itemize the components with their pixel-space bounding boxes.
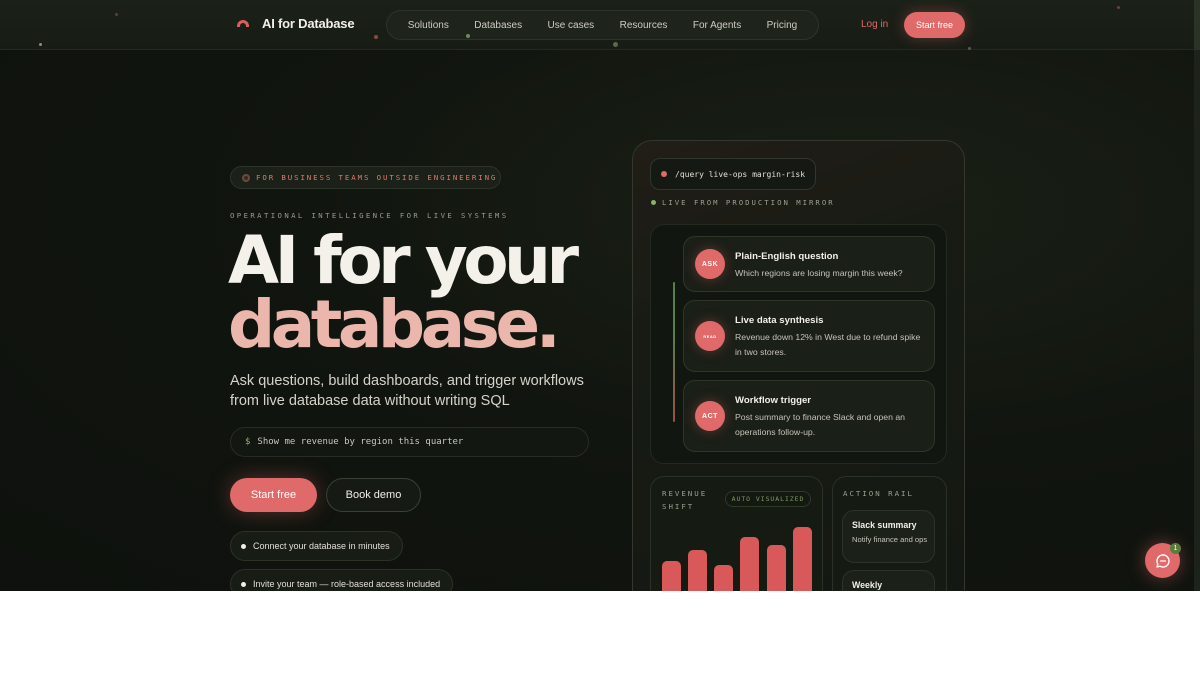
revenue-shift-label-line-2: SHIFT: [662, 502, 695, 511]
decor-dot: [1117, 6, 1120, 9]
revenue-bar: [714, 565, 733, 591]
chat-bubble-icon: [1155, 553, 1170, 568]
action-rail-item-body: Notify finance and ops: [852, 535, 928, 544]
live-indicator: LIVE FROM PRODUCTION MIRROR: [651, 198, 835, 207]
revenue-bar: [662, 561, 681, 591]
hero-title-line-1: AI for your: [228, 222, 579, 299]
revenue-shift-label: REVENUE SHIFT: [662, 487, 707, 513]
query-text: /query live-ops margin-risk: [675, 169, 806, 179]
nav-link-for-agents[interactable]: For Agents: [693, 20, 741, 31]
scrollbar-thumb[interactable]: [1194, 0, 1200, 50]
query-chip: /query live-ops margin-risk: [650, 158, 816, 190]
blank-area: [0, 591, 1200, 675]
chat-notification-badge: 1: [1170, 543, 1181, 554]
step-body: Revenue down 12% in West due to refund s…: [735, 332, 921, 357]
step-badge: ASK: [695, 249, 725, 279]
command-text: Show me revenue by region this quarter: [257, 437, 464, 447]
decor-dot: [466, 34, 470, 38]
badge-dot-icon: [242, 173, 250, 182]
live-label: LIVE FROM PRODUCTION MIRROR: [662, 198, 835, 207]
example-command-input[interactable]: $ Show me revenue by region this quarter: [230, 427, 589, 457]
brand-name: AI for Database: [262, 16, 355, 31]
decor-dot: [115, 13, 118, 16]
action-rail-label: ACTION RAIL: [843, 489, 914, 498]
top-nav: AI for Database Solutions Databases Use …: [0, 0, 1200, 50]
step-body: Which regions are losing margin this wee…: [735, 268, 903, 278]
feature-text: Invite your team — role-based access inc…: [253, 579, 441, 589]
feature-pill: Connect your database in minutes: [230, 531, 403, 561]
nav-start-free-button[interactable]: Start free: [904, 12, 965, 38]
hero-subhead: Ask questions, build dashboards, and tri…: [230, 373, 584, 409]
viewport: AI for Database Solutions Databases Use …: [0, 0, 1200, 591]
audience-badge: FOR BUSINESS TEAMS OUTSIDE ENGINEERING: [230, 166, 501, 189]
revenue-shift-label-line-1: REVENUE: [662, 489, 708, 498]
action-rail-item-title: Slack summary: [852, 520, 917, 530]
revenue-bar: [740, 537, 759, 591]
step-badge: ACT: [695, 401, 725, 431]
decor-dot: [374, 35, 378, 39]
nav-menu: Solutions Databases Use cases Resources …: [386, 10, 819, 40]
bullet-icon: [241, 543, 246, 549]
revenue-bar: [767, 545, 786, 591]
step-card-act: ACT Workflow trigger Post summary to fin…: [683, 380, 935, 452]
scrollbar[interactable]: [1194, 0, 1200, 591]
feature-text: Connect your database in minutes: [253, 541, 390, 551]
step-title: Plain-English question: [735, 251, 839, 262]
step-title: Workflow trigger: [735, 395, 812, 406]
step-title: Live data synthesis: [735, 315, 824, 326]
live-dot-icon: [651, 200, 656, 205]
book-demo-button[interactable]: Book demo: [326, 478, 421, 512]
action-rail-item[interactable]: Weekly: [842, 570, 935, 591]
decor-dot: [39, 43, 42, 46]
step-card-ask: ASK Plain-English question Which regions…: [683, 236, 935, 292]
status-dot-icon: [661, 171, 667, 177]
hero-eyebrow: OPERATIONAL INTELLIGENCE FOR LIVE SYSTEM…: [230, 211, 509, 220]
auto-visualized-pill: AUTO VISUALIZED: [725, 491, 811, 507]
flow-connector-line: [673, 282, 675, 422]
step-card-read: READ Live data synthesis Revenue down 12…: [683, 300, 935, 372]
step-badge: READ: [695, 321, 725, 351]
command-prompt: $: [245, 437, 251, 447]
step-body: Post summary to finance Slack and open a…: [735, 412, 905, 437]
hero-title-line-2: database.: [228, 286, 561, 363]
revenue-bar: [793, 527, 812, 591]
action-rail-item[interactable]: Slack summary Notify finance and ops: [842, 510, 935, 563]
audience-badge-text: FOR BUSINESS TEAMS OUTSIDE ENGINEERING: [256, 173, 498, 182]
nav-link-databases[interactable]: Databases: [474, 20, 522, 31]
action-rail-item-title: Weekly: [852, 580, 883, 590]
nav-link-pricing[interactable]: Pricing: [767, 20, 798, 31]
bullet-icon: [241, 581, 246, 587]
decor-dot: [968, 47, 971, 50]
feature-pill: Invite your team — role-based access inc…: [230, 569, 454, 591]
nav-link-resources[interactable]: Resources: [620, 20, 668, 31]
decor-dot: [613, 42, 618, 47]
start-free-button[interactable]: Start free: [230, 478, 317, 512]
brand[interactable]: AI for Database: [236, 16, 355, 31]
logo-icon: [236, 19, 250, 29]
revenue-bar: [688, 550, 707, 591]
nav-link-use-cases[interactable]: Use cases: [548, 20, 595, 31]
login-link[interactable]: Log in: [861, 19, 888, 30]
nav-link-solutions[interactable]: Solutions: [408, 20, 449, 31]
